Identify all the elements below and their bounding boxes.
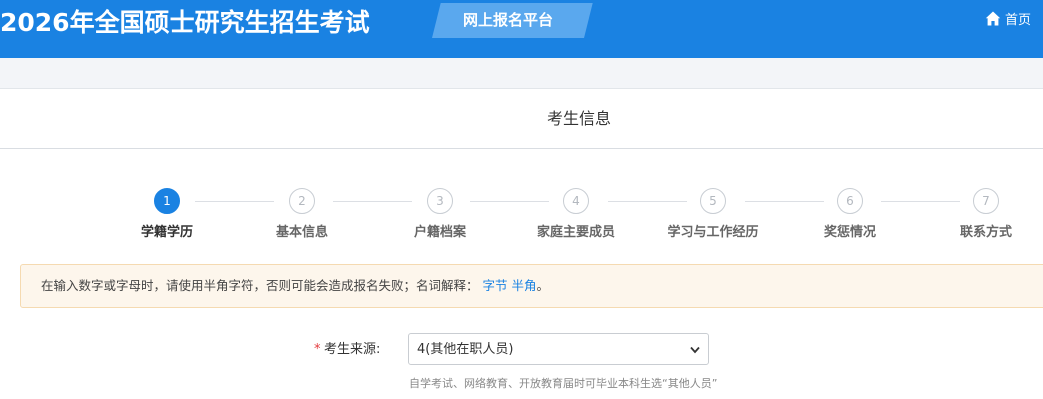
source-select[interactable]: 4(其他在职人员) (408, 333, 709, 365)
home-link[interactable]: 首页 (985, 9, 1031, 28)
step-connector (470, 201, 549, 202)
required-mark: * (314, 342, 321, 357)
source-row: * 考生来源: 4(其他在职人员) (0, 333, 1043, 367)
step-connector (333, 201, 412, 202)
platform-badge: 网上报名平台 (432, 3, 593, 38)
step-number: 2 (289, 188, 315, 214)
exam-title: 2026年全国硕士研究生招生考试 (0, 8, 370, 37)
step-number: 5 (700, 188, 726, 214)
notice-end: 。 (536, 278, 550, 293)
home-icon (985, 11, 1001, 25)
step-number: 7 (973, 188, 999, 214)
step-connector (745, 201, 824, 202)
home-link-label: 首页 (1004, 12, 1031, 28)
step-number: 6 (837, 188, 863, 214)
notice-text: 在输入数字或字母时，请使用半角字符，否则可能会造成报名失败；名词解释： 字节 半… (41, 265, 549, 307)
step-connector (881, 201, 960, 202)
step-label: 基本信息 (275, 225, 328, 240)
halfwidth-notice: 在输入数字或字母时，请使用半角字符，否则可能会造成报名失败；名词解释： 字节 半… (20, 264, 1043, 308)
source-label: 考生来源: (324, 342, 381, 357)
step-number: 1 (154, 188, 180, 214)
section-header: 考生信息 (0, 89, 1043, 149)
sub-bar (0, 58, 1043, 89)
step-label: 联系方式 (959, 225, 1012, 240)
byte-link[interactable]: 字节 (483, 278, 508, 293)
step-number: 4 (563, 188, 589, 214)
step-label: 户籍档案 (413, 225, 466, 240)
notice-message: 在输入数字或字母时，请使用半角字符，否则可能会造成报名失败；名词解释： (41, 278, 479, 293)
step-label: 奖惩情况 (823, 225, 876, 240)
step-label: 学习与工作经历 (667, 225, 759, 240)
source-hint: 自学考试、网络教育、开放教育届时可毕业本科生选“其他人员” (409, 377, 718, 390)
platform-badge-label: 网上报名平台 (462, 11, 553, 29)
top-header: 2026年全国硕士研究生招生考试 网上报名平台 首页 (0, 0, 1043, 58)
step-label: 家庭主要成员 (536, 225, 615, 240)
progress-steps: 1 学籍学历 2 基本信息 3 户籍档案 4 家庭主要成员 5 学习与工作经历 … (0, 188, 1043, 243)
step-connector (608, 201, 687, 202)
step-label: 学籍学历 (140, 225, 193, 240)
step-number: 3 (427, 188, 453, 214)
halfwidth-link[interactable]: 半角 (512, 278, 537, 293)
section-title: 考生信息 (546, 109, 611, 128)
step-connector (195, 201, 274, 202)
